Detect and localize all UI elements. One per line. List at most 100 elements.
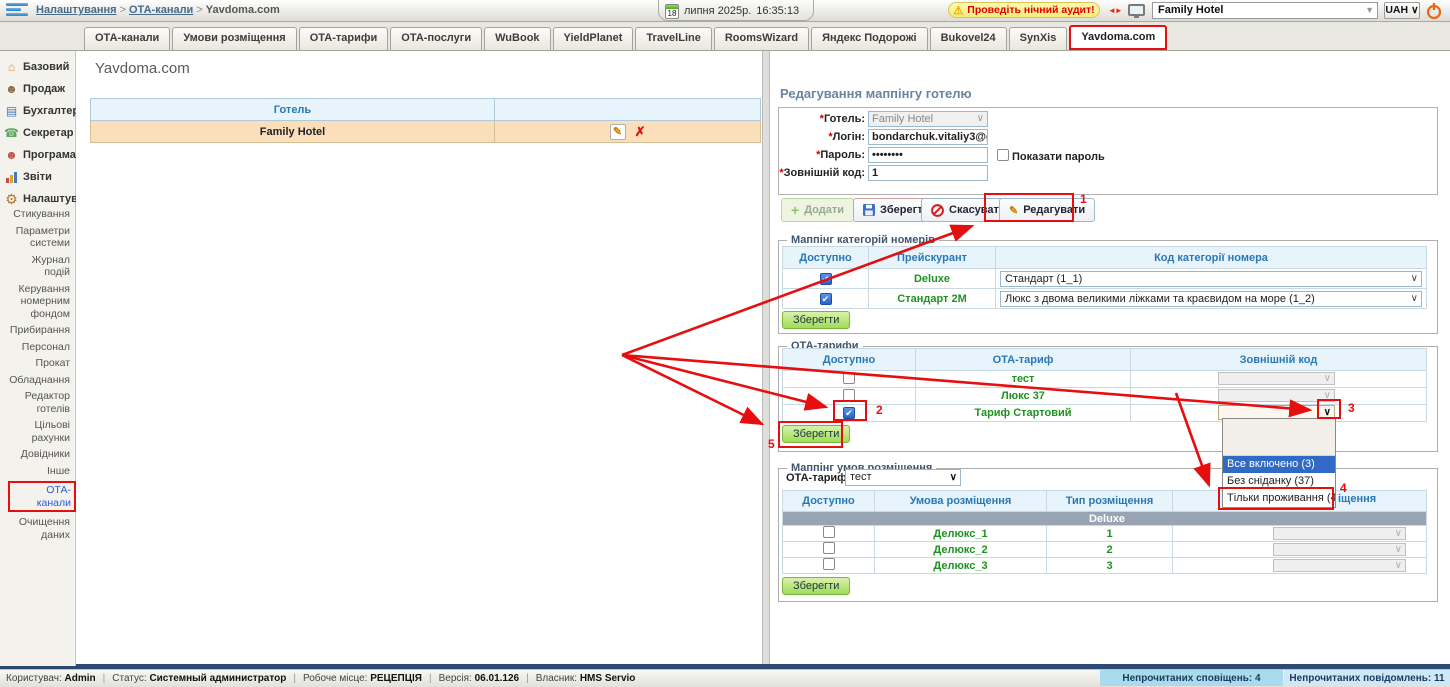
delete-x-icon[interactable]: ✗ bbox=[635, 124, 646, 140]
tab-yavdoma-active[interactable]: Yavdoma.com bbox=[1069, 25, 1167, 50]
sidebar-item-system-params[interactable]: Параметри системи bbox=[0, 225, 76, 250]
placement-save-button[interactable]: Зберегти bbox=[782, 577, 850, 595]
monitor-icon[interactable] bbox=[1128, 4, 1145, 16]
sidebar-module-accounting[interactable]: ▤ Бухгалтерія bbox=[0, 100, 76, 122]
hamburger-menu-icon[interactable] bbox=[6, 3, 28, 19]
gear-icon: ⚙ bbox=[4, 192, 19, 207]
chevron-down-icon: ∨ bbox=[977, 113, 984, 124]
unread-notifications-badge[interactable]: Непрочитаних сповіщень: 4 bbox=[1100, 670, 1283, 686]
panel-splitter[interactable] bbox=[762, 51, 770, 666]
tab-yandex-travel[interactable]: Яндекс Подорожі bbox=[811, 27, 928, 50]
status-label: Статус: bbox=[112, 673, 146, 684]
sidebar-module-loyalty[interactable]: ☻ Програма ло bbox=[0, 144, 76, 166]
unread-messages-badge[interactable]: Непрочитаних повідомлень: 11 bbox=[1284, 670, 1450, 686]
ota-tariffs-save-button[interactable]: Зберегти bbox=[782, 425, 850, 443]
tab-bukovel24[interactable]: Bukovel24 bbox=[930, 27, 1007, 50]
breadcrumb-settings-link[interactable]: Налаштування bbox=[36, 4, 117, 16]
workplace-label: Робоче місце: bbox=[303, 673, 367, 684]
password-input[interactable]: •••••••• bbox=[868, 147, 988, 163]
sidebar-item-staff[interactable]: Персонал bbox=[0, 341, 76, 354]
hotels-table-header[interactable]: Готель bbox=[91, 99, 495, 121]
sidebar-item-target-accounts[interactable]: Цільові рахунки bbox=[0, 419, 76, 444]
chevron-down-icon: ∨ bbox=[1411, 292, 1418, 306]
edit-pencil-icon[interactable]: ✎ bbox=[610, 124, 626, 140]
calendar-icon[interactable]: 18 bbox=[665, 4, 679, 19]
available-checkbox[interactable]: ✔ bbox=[820, 293, 832, 305]
user-value: Admin bbox=[65, 673, 96, 684]
external-code-select-disabled: ∨ bbox=[1218, 372, 1335, 385]
available-checkbox[interactable] bbox=[843, 389, 855, 401]
sidebar-item-data-cleanup[interactable]: Очищення даних bbox=[0, 516, 76, 541]
room-code-select[interactable]: Люкс з двома великими ліжками та краєвид… bbox=[1000, 291, 1422, 307]
ota-tariff-filter-select[interactable]: тест∨ bbox=[845, 469, 961, 486]
sidebar-item-event-log[interactable]: Журнал подій bbox=[0, 254, 76, 279]
night-audit-warning[interactable]: ⚠ Проведіть нічний аудит! bbox=[948, 2, 1100, 18]
room-code-select[interactable]: Стандарт (1_1)∨ bbox=[1000, 271, 1422, 287]
sidebar-module-settings[interactable]: ⚙ Налаштуван bbox=[0, 188, 76, 210]
col-available: Доступно bbox=[783, 247, 869, 269]
available-checkbox[interactable] bbox=[823, 558, 835, 570]
hotels-table-header-actions bbox=[495, 99, 761, 121]
sidebar-item-equipment[interactable]: Обладнання bbox=[0, 374, 76, 387]
tab-synxis[interactable]: SynXis bbox=[1009, 27, 1068, 50]
available-checkbox[interactable]: ✔ bbox=[820, 273, 832, 285]
hotel-field-label: *Готель: bbox=[760, 113, 865, 125]
chevron-down-icon: ∨ bbox=[950, 470, 957, 485]
hotel-select[interactable]: Family Hotel▼ bbox=[1152, 2, 1378, 19]
hotels-table: Готель Family Hotel ✎ ✗ bbox=[90, 98, 761, 143]
available-checkbox[interactable] bbox=[823, 526, 835, 538]
annotation-number-4: 4 bbox=[1340, 481, 1347, 495]
tab-placement-conditions[interactable]: Умови розміщення bbox=[172, 27, 296, 50]
login-field-label: *Логін: bbox=[760, 131, 865, 143]
col-room-category-code: Код категорії номера bbox=[996, 247, 1427, 269]
login-input[interactable]: bondarchuk.vitaliy3@gmail.c bbox=[868, 129, 988, 145]
dropdown-blank-option[interactable] bbox=[1223, 419, 1335, 456]
available-checkbox[interactable] bbox=[843, 372, 855, 384]
sidebar-module-reports[interactable]: Звіти bbox=[0, 166, 76, 188]
category-save-button[interactable]: Зберегти bbox=[782, 311, 850, 329]
sidebar-item-ota-channels-active[interactable]: ОТА-канали bbox=[8, 481, 76, 512]
category-row-standard2m: ✔ Стандарт 2М Люкс з двома великими ліжк… bbox=[783, 289, 1427, 309]
tab-roomswizard[interactable]: RoomsWizard bbox=[714, 27, 809, 50]
tab-ota-tariffs[interactable]: ОТА-тарифи bbox=[299, 27, 389, 50]
tab-travelline[interactable]: TravelLine bbox=[635, 27, 711, 50]
tab-yieldplanet[interactable]: YieldPlanet bbox=[553, 27, 634, 50]
hotel-row[interactable]: Family Hotel ✎ ✗ bbox=[91, 121, 761, 143]
sidebar-item-rental[interactable]: Прокат bbox=[0, 357, 76, 370]
available-checkbox[interactable]: ✔ bbox=[843, 407, 855, 419]
placement-row-3: Делюкс_3 3 ∨ bbox=[783, 558, 1427, 574]
sidebar-item-cleaning[interactable]: Прибирання bbox=[0, 324, 76, 337]
sidebar-item-hotel-editor[interactable]: Редактор готелів bbox=[0, 390, 76, 415]
tab-wubook[interactable]: WuBook bbox=[484, 27, 550, 50]
sidebar-item-docking[interactable]: Стикування bbox=[0, 208, 76, 221]
available-checkbox[interactable] bbox=[823, 542, 835, 554]
top-header-bar: Налаштування>ОТА-канали>Yavdoma.com 18 л… bbox=[0, 0, 1450, 22]
sidebar-module-basic[interactable]: ⌂ Базовий bbox=[0, 56, 76, 78]
transfer-arrows-icon[interactable]: ◄► bbox=[1108, 6, 1122, 15]
power-icon[interactable] bbox=[1425, 2, 1443, 20]
show-password-label: Показати пароль bbox=[1012, 151, 1105, 163]
add-button[interactable]: +Додати bbox=[781, 198, 854, 222]
mapping-editor-title: Редагування маппінгу готелю bbox=[780, 86, 972, 101]
hotel-field-select[interactable]: Family Hotel∨ bbox=[868, 111, 988, 127]
sidebar-module-secretary[interactable]: ☎ Секретар bbox=[0, 122, 76, 144]
sidebar-module-sales[interactable]: ☻ Продаж bbox=[0, 78, 76, 100]
breadcrumb-ota-channels-link[interactable]: ОТА-канали bbox=[129, 4, 193, 16]
sidebar-item-room-fund[interactable]: Керування номерним фондом bbox=[0, 283, 76, 321]
external-code-dropdown-list: Все включено (3) Без сніданку (37) Тільк… bbox=[1222, 418, 1336, 508]
dropdown-option-all-inclusive[interactable]: Все включено (3) bbox=[1223, 456, 1335, 473]
dropdown-option-room-only[interactable]: Тільки проживання (4) bbox=[1223, 490, 1335, 507]
status-value: Системный администратор bbox=[149, 673, 286, 684]
col-pricelist: Прейскурант bbox=[869, 247, 996, 269]
dropdown-option-no-breakfast[interactable]: Без сніданку (37) bbox=[1223, 473, 1335, 490]
ext-code-input[interactable]: 1 bbox=[868, 165, 988, 181]
user-label: Користувач: bbox=[6, 673, 62, 684]
show-password-checkbox[interactable] bbox=[997, 149, 1009, 161]
sidebar-item-other[interactable]: Інше bbox=[0, 465, 76, 478]
currency-select[interactable]: UAH ∨ bbox=[1384, 2, 1420, 19]
tab-ota-services[interactable]: ОТА-послуги bbox=[390, 27, 482, 50]
tab-ota-channels[interactable]: ОТА-канали bbox=[84, 27, 170, 50]
sidebar-item-directories[interactable]: Довідники bbox=[0, 448, 76, 461]
pencil-icon: ✎ bbox=[1009, 204, 1018, 217]
channel-tab-bar: ОТА-канали Умови розміщення ОТА-тарифи О… bbox=[0, 22, 1450, 51]
